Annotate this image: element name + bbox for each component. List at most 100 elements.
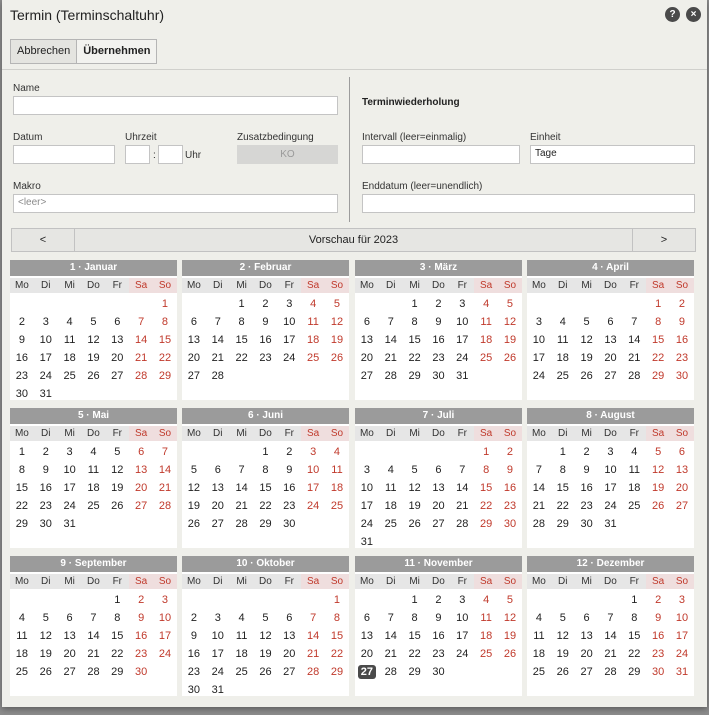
day-cell[interactable]: 14 [82, 627, 106, 645]
day-cell[interactable]: 23 [646, 645, 670, 663]
day-cell[interactable]: 7 [450, 461, 474, 479]
day-cell[interactable]: 26 [182, 515, 206, 533]
day-cell[interactable]: 3 [527, 313, 551, 331]
day-cell[interactable]: 16 [427, 331, 451, 349]
day-cell[interactable]: 2 [498, 443, 522, 461]
day-cell[interactable]: 3 [301, 443, 325, 461]
day-cell[interactable]: 1 [153, 295, 177, 313]
day-cell[interactable]: 10 [355, 479, 379, 497]
day-cell[interactable]: 3 [153, 591, 177, 609]
day-cell[interactable]: 11 [10, 627, 34, 645]
name-input[interactable] [13, 96, 338, 115]
day-cell[interactable]: 20 [182, 349, 206, 367]
day-cell[interactable]: 21 [82, 645, 106, 663]
day-cell[interactable]: 25 [230, 663, 254, 681]
close-icon[interactable]: × [686, 7, 701, 22]
day-cell[interactable]: 13 [355, 627, 379, 645]
day-cell[interactable]: 3 [206, 609, 230, 627]
day-cell[interactable]: 16 [575, 479, 599, 497]
day-cell[interactable]: 8 [230, 313, 254, 331]
day-cell[interactable]: 3 [277, 295, 301, 313]
day-cell[interactable]: 13 [599, 331, 623, 349]
day-cell[interactable]: 6 [355, 313, 379, 331]
day-cell[interactable]: 13 [277, 627, 301, 645]
day-cell[interactable]: 10 [670, 609, 694, 627]
day-cell[interactable]: 21 [622, 349, 646, 367]
day-cell[interactable]: 4 [58, 313, 82, 331]
day-cell[interactable]: 24 [450, 349, 474, 367]
day-cell[interactable]: 31 [355, 533, 379, 551]
day-cell[interactable]: 5 [325, 295, 349, 313]
day-cell[interactable]: 26 [82, 367, 106, 385]
day-cell[interactable]: 22 [153, 349, 177, 367]
day-cell[interactable]: 2 [129, 591, 153, 609]
day-cell[interactable]: 28 [206, 367, 230, 385]
day-cell[interactable]: 8 [153, 313, 177, 331]
day-cell[interactable]: 2 [34, 443, 58, 461]
day-cell[interactable]: 25 [301, 349, 325, 367]
day-cell[interactable]: 15 [403, 331, 427, 349]
day-cell[interactable]: 14 [527, 479, 551, 497]
day-cell[interactable]: 10 [34, 331, 58, 349]
day-cell[interactable]: 5 [575, 313, 599, 331]
day-cell[interactable]: 22 [105, 645, 129, 663]
day-cell[interactable]: 11 [230, 627, 254, 645]
day-cell[interactable]: 18 [230, 645, 254, 663]
day-cell[interactable]: 28 [129, 367, 153, 385]
day-cell[interactable]: 30 [182, 681, 206, 699]
day-cell[interactable]: 14 [450, 479, 474, 497]
day-cell[interactable]: 24 [355, 515, 379, 533]
day-cell[interactable]: 10 [450, 609, 474, 627]
day-cell[interactable]: 26 [105, 497, 129, 515]
day-cell[interactable]: 19 [403, 497, 427, 515]
day-cell[interactable]: 31 [206, 681, 230, 699]
previous-year-button[interactable]: < [12, 229, 75, 251]
day-cell[interactable]: 5 [498, 591, 522, 609]
day-cell[interactable]: 29 [105, 663, 129, 681]
day-cell[interactable]: 21 [379, 349, 403, 367]
day-cell[interactable]: 28 [450, 515, 474, 533]
end-date-input[interactable] [362, 194, 695, 213]
day-cell[interactable]: 20 [355, 645, 379, 663]
day-cell[interactable]: 3 [58, 443, 82, 461]
day-cell[interactable]: 28 [527, 515, 551, 533]
day-cell[interactable]: 30 [277, 515, 301, 533]
day-cell[interactable]: 9 [10, 331, 34, 349]
day-cell[interactable]: 22 [622, 645, 646, 663]
day-cell[interactable]: 6 [182, 313, 206, 331]
day-cell[interactable]: 7 [599, 609, 623, 627]
day-cell[interactable]: 21 [129, 349, 153, 367]
day-cell[interactable]: 4 [82, 443, 106, 461]
day-cell[interactable]: 19 [254, 645, 278, 663]
day-cell[interactable]: 27 [58, 663, 82, 681]
day-cell[interactable]: 27 [129, 497, 153, 515]
day-cell[interactable]: 14 [153, 461, 177, 479]
day-cell[interactable]: 20 [355, 349, 379, 367]
day-cell[interactable]: 15 [325, 627, 349, 645]
day-cell[interactable]: 22 [403, 645, 427, 663]
day-cell[interactable]: 20 [206, 497, 230, 515]
day-cell[interactable]: 19 [325, 331, 349, 349]
day-cell[interactable]: 25 [325, 497, 349, 515]
day-cell[interactable]: 4 [527, 609, 551, 627]
day-cell[interactable]: 12 [575, 331, 599, 349]
day-cell[interactable]: 14 [301, 627, 325, 645]
day-cell[interactable]: 26 [325, 349, 349, 367]
day-cell[interactable]: 11 [379, 479, 403, 497]
day-cell[interactable]: 9 [427, 609, 451, 627]
day-cell[interactable]: 23 [427, 349, 451, 367]
day-cell[interactable]: 1 [105, 591, 129, 609]
day-cell[interactable]: 6 [427, 461, 451, 479]
day-cell[interactable]: 25 [622, 497, 646, 515]
day-cell[interactable]: 19 [498, 627, 522, 645]
day-cell[interactable]: 29 [403, 367, 427, 385]
day-cell[interactable]: 16 [646, 627, 670, 645]
day-cell[interactable]: 30 [670, 367, 694, 385]
day-cell[interactable]: 18 [10, 645, 34, 663]
day-cell[interactable]: 15 [622, 627, 646, 645]
day-cell[interactable]: 27 [599, 367, 623, 385]
day-cell[interactable]: 7 [230, 461, 254, 479]
day-cell[interactable]: 21 [599, 645, 623, 663]
day-cell[interactable]: 6 [105, 313, 129, 331]
day-cell[interactable]: 27 [575, 663, 599, 681]
